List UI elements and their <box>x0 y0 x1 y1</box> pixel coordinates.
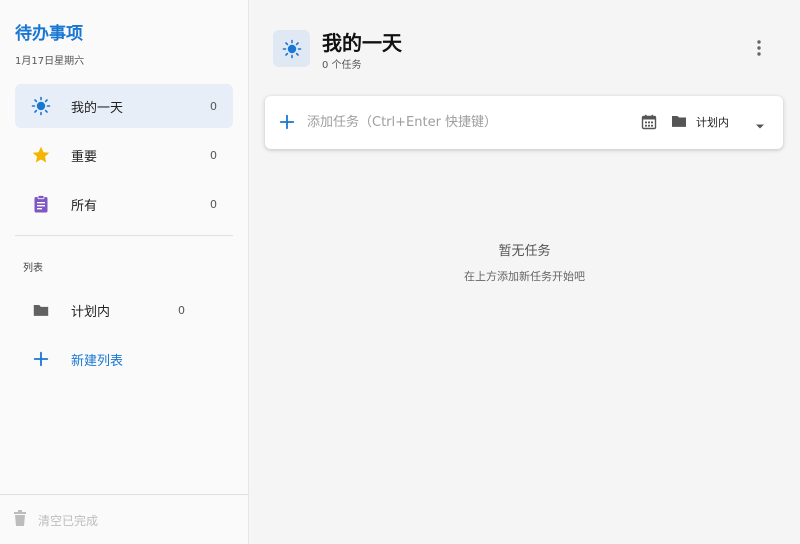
sidebar-item-important[interactable]: 重要 0 <box>15 133 233 177</box>
header-sun-icon <box>273 30 310 67</box>
plus-icon <box>31 349 51 369</box>
empty-state-subtitle: 在上方添加新任务开始吧 <box>464 270 585 283</box>
app-date: 1月17日星期六 <box>15 56 85 67</box>
folder-icon <box>31 300 51 320</box>
sidebar: 待办事项 1月17日星期六 我的一天 0 重要 0 所有 0 列表 计划内 0 … <box>0 0 249 544</box>
sidebar-item-my-day[interactable]: 我的一天 0 <box>15 84 233 128</box>
task-count: 0 个任务 <box>322 60 362 71</box>
add-task-card: 计划内 <box>265 96 783 149</box>
sidebar-item-label: 重要 <box>71 149 98 165</box>
list-select-value: 计划内 <box>696 116 729 129</box>
sidebar-item-all[interactable]: 所有 0 <box>15 182 233 226</box>
add-task-input[interactable] <box>307 110 627 134</box>
clipboard-icon <box>31 194 51 214</box>
clear-completed-label: 清空已完成 <box>38 513 99 528</box>
star-icon <box>31 145 51 165</box>
main-panel: 我的一天 0 个任务 添加任务（Ctrl+Enter 快捷键） 计划内 暂无任务… <box>249 0 800 544</box>
new-list-label: 新建列表 <box>71 353 124 369</box>
folder-icon <box>671 113 687 132</box>
page-title: 我的一天 <box>322 31 402 55</box>
app-title: 待办事项 <box>15 24 83 44</box>
sun-icon <box>31 96 51 116</box>
chevron-down-icon <box>755 116 765 135</box>
sidebar-divider <box>15 235 233 236</box>
sidebar-item-count: 0 <box>210 197 217 211</box>
list-select[interactable]: 计划内 <box>671 111 771 133</box>
more-options-icon[interactable] <box>749 38 769 58</box>
clear-completed-button[interactable]: 清空已完成 <box>12 508 98 532</box>
sidebar-footer: 清空已完成 <box>0 494 249 544</box>
empty-state-title: 暂无任务 <box>498 244 551 259</box>
lists-section-label: 列表 <box>23 263 43 274</box>
sidebar-list-count: 0 <box>178 303 185 317</box>
sidebar-list-planned[interactable]: 计划内 0 <box>15 290 201 330</box>
trash-icon <box>12 509 28 531</box>
calendar-icon[interactable] <box>641 114 657 130</box>
sidebar-item-label: 我的一天 <box>71 100 124 116</box>
sidebar-item-label: 所有 <box>71 198 98 214</box>
sidebar-item-count: 0 <box>210 148 217 162</box>
new-list-button[interactable]: 新建列表 <box>15 339 215 379</box>
sidebar-list-label: 计划内 <box>71 304 111 320</box>
sidebar-item-count: 0 <box>210 99 217 113</box>
add-task-plus-icon[interactable] <box>277 112 297 132</box>
